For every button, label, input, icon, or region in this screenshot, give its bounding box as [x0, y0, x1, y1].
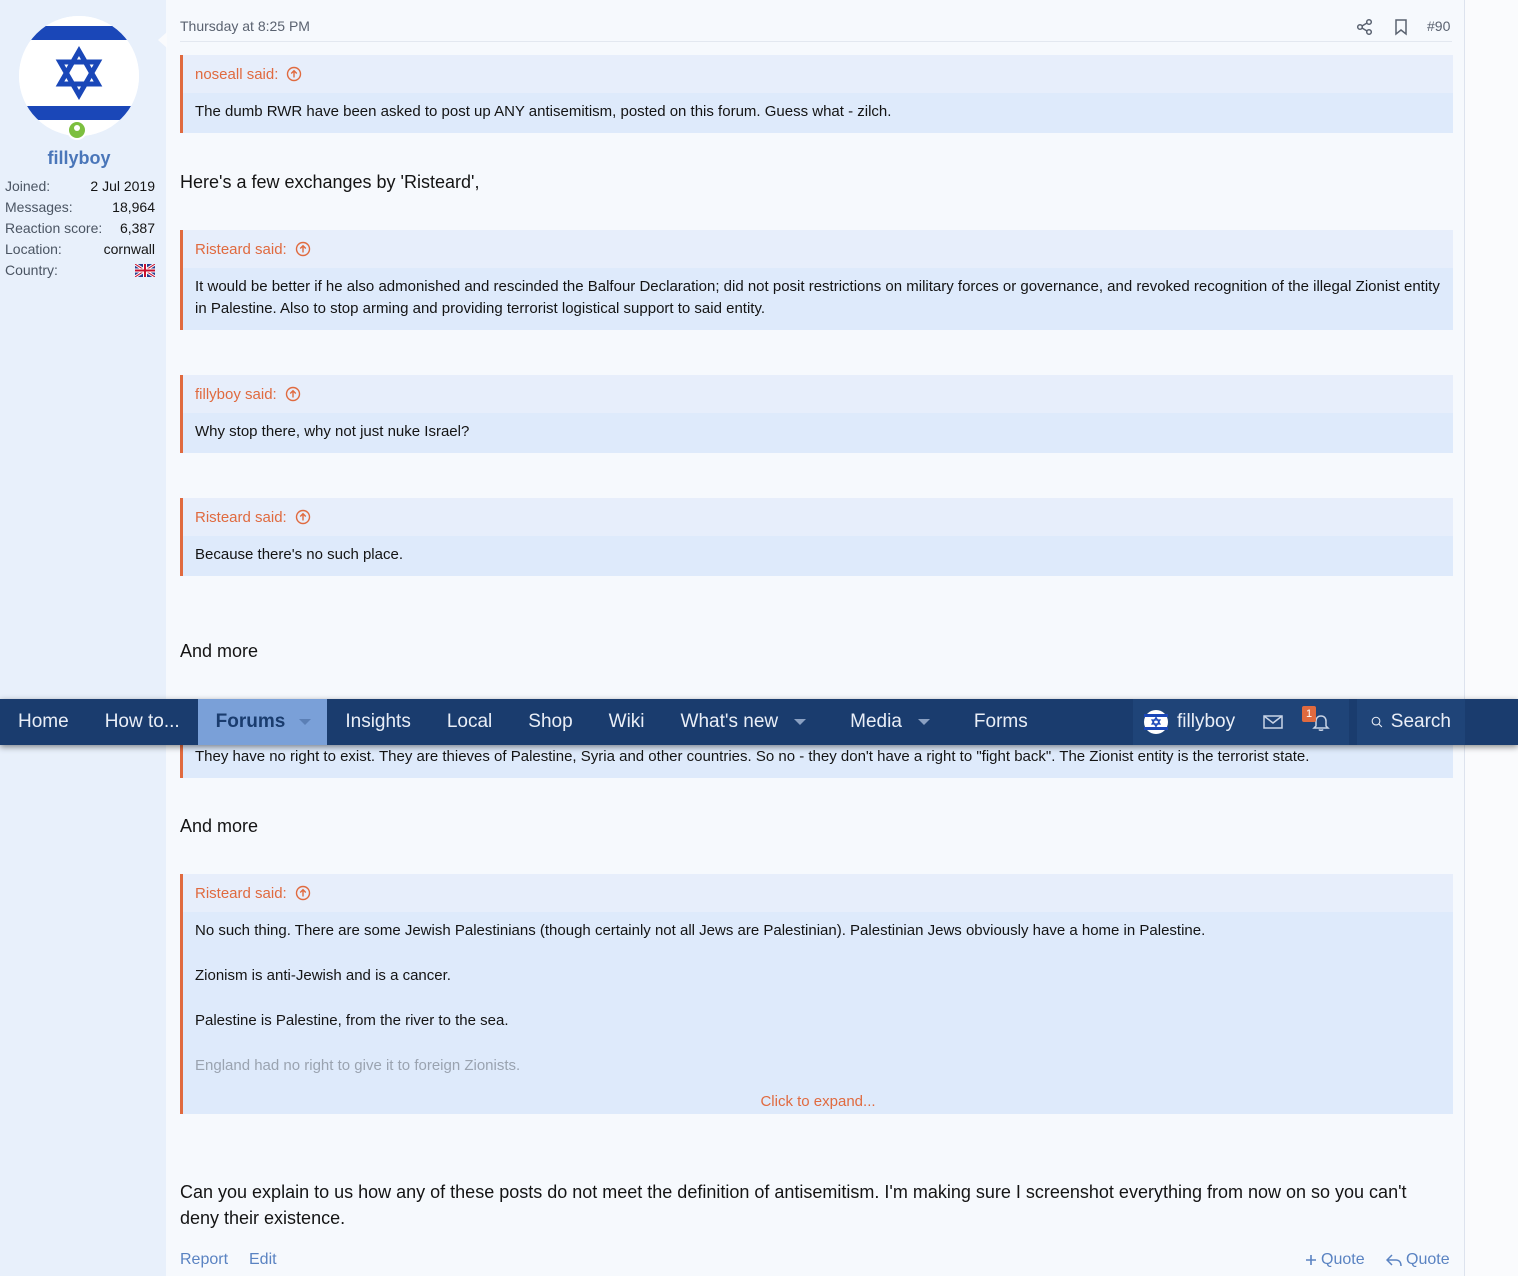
username[interactable]: fillyboy [0, 148, 158, 169]
online-status-icon [67, 120, 87, 140]
nav-whats-new[interactable]: What's new [663, 699, 833, 745]
uk-flag-icon [135, 264, 155, 277]
post-number[interactable]: #90 [1427, 18, 1450, 34]
search-icon [1371, 716, 1383, 728]
quote-author-link[interactable]: fillyboy said: [183, 375, 1453, 413]
quote-block: Risteard said: No such thing. There are … [180, 874, 1453, 1114]
nav-username: fillyboy [1177, 711, 1236, 732]
quote-author-link[interactable]: Risteard said: [183, 874, 1453, 912]
quote-author-link[interactable]: Risteard said: [183, 498, 1453, 536]
post-timestamp[interactable]: Thursday at 8:25 PM [180, 18, 310, 34]
nav-wiki[interactable]: Wiki [591, 699, 663, 745]
arrow-up-circle-icon[interactable] [285, 386, 301, 402]
arrow-up-circle-icon[interactable] [295, 885, 311, 901]
bookmark-icon[interactable] [1392, 18, 1410, 36]
stat-location: Location: cornwall [5, 241, 155, 257]
quote-author-link[interactable]: noseall said: [183, 55, 1453, 93]
navbar: Home How to... Forums Insights Local Sho… [0, 699, 1518, 745]
post-caret [158, 32, 167, 48]
arrow-up-circle-icon[interactable] [286, 66, 302, 82]
nav-shop[interactable]: Shop [510, 699, 590, 745]
envelope-icon[interactable] [1263, 714, 1283, 730]
chevron-down-icon[interactable] [917, 719, 930, 725]
reply-icon [1386, 1254, 1402, 1267]
search-button[interactable]: Search [1357, 699, 1465, 745]
nav-local[interactable]: Local [429, 699, 510, 745]
chevron-down-icon[interactable] [794, 719, 807, 725]
avatar[interactable] [19, 16, 139, 140]
quote-text: Why stop there, why not just nuke Israel… [195, 423, 470, 440]
nav-home[interactable]: Home [0, 699, 87, 745]
edit-link[interactable]: Edit [249, 1251, 277, 1269]
post-paragraph: And more [180, 816, 259, 836]
quote-block: Risteard said: It would be better if he … [180, 230, 1453, 330]
nav-media[interactable]: Media [832, 699, 956, 745]
stat-messages: Messages: 18,964 [5, 199, 155, 215]
plus-icon [1306, 1255, 1316, 1265]
nav-how-to[interactable]: How to... [87, 699, 198, 745]
nav-insights[interactable]: Insights [327, 699, 428, 745]
stat-country: Country: [5, 262, 155, 278]
click-to-expand-link[interactable]: Click to expand... [183, 1087, 1453, 1114]
israel-flag-avatar-icon [19, 16, 139, 136]
quote-text: They have no right to exist. They are th… [195, 748, 1310, 765]
quote-text: Palestine is Palestine, from the river t… [195, 1012, 509, 1029]
user-avatar-icon [1144, 710, 1168, 734]
quote-text: The dumb RWR have been asked to post up … [195, 103, 892, 120]
stat-reaction-score: Reaction score: 6,387 [5, 220, 155, 236]
arrow-up-circle-icon[interactable] [295, 241, 311, 257]
post-paragraph: Here's a few exchanges by 'Risteard', [180, 172, 480, 192]
nav-forms[interactable]: Forms [956, 699, 1046, 745]
quote-block: fillyboy said: Why stop there, why not j… [180, 375, 1453, 453]
stat-joined: Joined: 2 Jul 2019 [5, 178, 155, 194]
quote-text: England had no right to give it to forei… [195, 1057, 521, 1074]
post-paragraph: Can you explain to us how any of these p… [180, 1182, 1407, 1228]
account-menu[interactable]: fillyboy [1133, 699, 1349, 745]
post-header-divider [180, 41, 1452, 42]
share-icon[interactable] [1356, 18, 1374, 36]
multiquote-button[interactable]: Quote [1305, 1251, 1365, 1269]
quote-text: Zionism is anti-Jewish and is a cancer. [195, 967, 451, 984]
quote-text: Because there's no such place. [195, 546, 403, 563]
arrow-up-circle-icon[interactable] [295, 509, 311, 525]
post-paragraph: And more [180, 641, 259, 661]
quote-author-link[interactable]: Risteard said: [183, 230, 1453, 268]
alerts-count-badge: 1 [1302, 706, 1316, 722]
quote-block: Risteard said: Because there's no such p… [180, 498, 1453, 576]
quote-block: noseall said: The dumb RWR have been ask… [180, 55, 1453, 133]
report-link[interactable]: Report [180, 1251, 228, 1269]
user-sidebar: fillyboy Joined: 2 Jul 2019 Messages: 18… [0, 0, 167, 1276]
quote-button[interactable]: Quote [1386, 1251, 1450, 1269]
quote-text: No such thing. There are some Jewish Pal… [195, 922, 1206, 939]
quote-text: It would be better if he also admonished… [195, 278, 1440, 317]
chevron-down-icon[interactable] [299, 719, 312, 725]
nav-forums[interactable]: Forums [197, 699, 328, 745]
